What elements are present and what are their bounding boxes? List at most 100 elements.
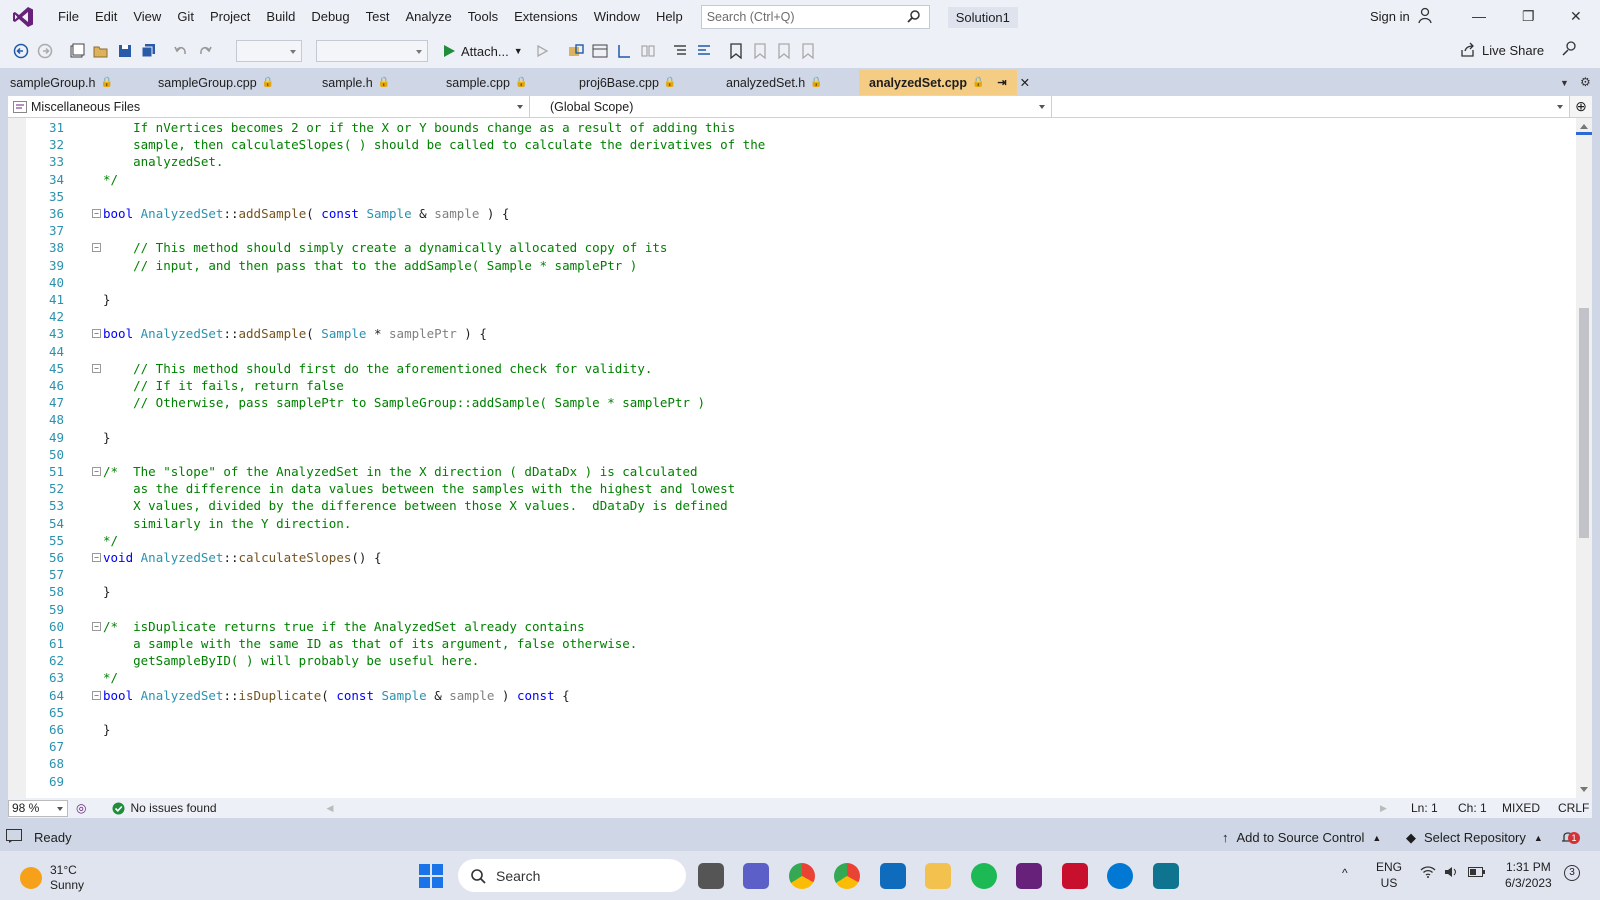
code-line[interactable]: 31 If nVertices becomes 2 or if the X or… <box>8 119 1558 136</box>
zoom-dropdown[interactable]: 98 % <box>8 799 68 817</box>
scroll-down-icon[interactable] <box>1580 787 1588 792</box>
select-repository-button[interactable]: ◆ Select Repository ▲ <box>1406 830 1543 846</box>
code-line[interactable]: 55 */ <box>8 532 1558 549</box>
code-line[interactable]: 48 <box>8 411 1558 428</box>
mail-icon[interactable] <box>880 863 906 889</box>
code-line[interactable]: 60 −/* isDuplicate returns true if the An… <box>8 618 1558 635</box>
code-line[interactable]: 43 − bool AnalyzedSet::addSample( Sample *… <box>8 325 1558 342</box>
code-line[interactable]: 52 as the difference in data values betw… <box>8 480 1558 497</box>
code-line[interactable]: 34 */ <box>8 171 1558 188</box>
menu-item-debug[interactable]: Debug <box>303 0 357 34</box>
scroll-up-icon[interactable] <box>1580 124 1588 129</box>
close-tab-icon[interactable]: ✕ <box>1020 75 1030 90</box>
wifi-icon[interactable] <box>1420 866 1436 882</box>
restore-icon[interactable]: ❐ <box>1522 8 1535 25</box>
code-line[interactable]: 53 X values, divided by the difference b… <box>8 497 1558 514</box>
code-line[interactable]: 65 <box>8 704 1558 721</box>
collapse-region-icon[interactable]: − <box>92 363 101 373</box>
intellicode-icon[interactable]: ◎ <box>76 801 86 815</box>
menu-item-git[interactable]: Git <box>169 0 202 34</box>
scope-dropdown[interactable]: (Global Scope) <box>530 96 1052 117</box>
settings-gear-icon[interactable]: ⚙ <box>1580 75 1591 89</box>
taskbar-search[interactable]: Search <box>458 859 686 892</box>
code-line[interactable]: 58} <box>8 583 1558 600</box>
search-input[interactable]: Search (Ctrl+Q) <box>700 5 930 29</box>
menu-item-help[interactable]: Help <box>648 0 691 34</box>
code-line[interactable]: 67 <box>8 738 1558 755</box>
project-dropdown[interactable]: Miscellaneous Files <box>8 96 530 117</box>
open-folder-icon[interactable] <box>90 40 112 62</box>
next-bookmark-icon[interactable] <box>773 40 795 62</box>
step-icon[interactable] <box>613 40 635 62</box>
add-to-source-control-button[interactable]: ↑ Add to Source Control ▲ <box>1222 830 1381 845</box>
code-line[interactable]: 69 <box>8 773 1558 790</box>
tab-analyzedset-h[interactable]: analyzedSet.h 🔒 <box>716 70 859 95</box>
minimize-icon[interactable]: — <box>1472 8 1486 24</box>
collapse-region-icon[interactable]: − <box>92 553 101 562</box>
line-number-indicator[interactable]: Ln: 1 <box>1411 801 1438 815</box>
pin-tab-icon[interactable]: ⇥ <box>997 76 1006 89</box>
menu-item-view[interactable]: View <box>125 0 169 34</box>
code-line[interactable]: 49} <box>8 429 1558 446</box>
sign-in-link[interactable]: Sign in <box>1370 9 1410 24</box>
start-without-debugging-icon[interactable] <box>531 40 553 62</box>
menu-item-file[interactable]: File <box>50 0 87 34</box>
chrome-icon[interactable] <box>789 863 815 889</box>
save-all-icon[interactable] <box>138 40 160 62</box>
code-line[interactable]: 33 analyzedSet. <box>8 153 1558 170</box>
whitespace-mode[interactable]: MIXED <box>1502 801 1540 815</box>
code-line[interactable]: 64− bool AnalyzedSet::isDuplicate( const … <box>8 687 1558 704</box>
code-line[interactable]: 61 a sample with the same ID as that of … <box>8 635 1558 652</box>
windows-start-icon[interactable] <box>418 863 444 889</box>
split-view-icon[interactable]: ⊕ <box>1570 96 1592 117</box>
hscroll-left-icon[interactable]: ◀ <box>327 803 334 814</box>
tab-samplegroup-cpp[interactable]: sampleGroup.cpp 🔒 <box>148 70 312 95</box>
collapse-region-icon[interactable]: − <box>92 243 101 253</box>
code-line[interactable]: 38 − // This method should simply create … <box>8 239 1558 256</box>
redo-icon[interactable] <box>194 40 216 62</box>
code-line[interactable]: 46 // If it fails, return false <box>8 377 1558 394</box>
code-line[interactable]: 54 similarly in the Y direction. <box>8 515 1558 532</box>
code-line[interactable]: 39 // input, and then pass that to the a… <box>8 257 1558 274</box>
menu-item-analyze[interactable]: Analyze <box>397 0 459 34</box>
notifications-bell-icon[interactable]: 1 <box>1560 828 1580 849</box>
task-view-icon[interactable] <box>698 863 724 889</box>
feedback-icon[interactable] <box>1562 40 1578 59</box>
code-line[interactable]: 59 <box>8 601 1558 618</box>
collapse-region-icon[interactable]: − <box>92 621 101 631</box>
live-share-button[interactable]: Live Share <box>1460 42 1544 58</box>
teams-chat-icon[interactable] <box>743 863 769 889</box>
chrome-profile-icon[interactable] <box>834 863 860 889</box>
collapse-region-icon[interactable]: − <box>92 209 101 218</box>
visual-studio-taskbar-icon[interactable] <box>1016 863 1042 889</box>
tab-list-dropdown-icon[interactable]: ▼ <box>1560 78 1569 88</box>
code-line[interactable]: 32 sample, then calculateSlopes( ) shoul… <box>8 136 1558 153</box>
code-line[interactable]: 36 − bool AnalyzedSet::addSample( const Sa… <box>8 205 1558 222</box>
scrollbar-thumb[interactable] <box>1579 308 1589 538</box>
menu-item-build[interactable]: Build <box>258 0 303 34</box>
collapse-region-icon[interactable]: − <box>92 690 101 700</box>
tab-proj6base-cpp[interactable]: proj6Base.cpp 🔒 <box>569 70 716 95</box>
menu-item-test[interactable]: Test <box>358 0 398 34</box>
collapse-region-icon[interactable]: − <box>92 467 101 476</box>
code-line[interactable]: 47 // Otherwise, pass samplePtr to Sampl… <box>8 394 1558 411</box>
clear-bookmarks-icon[interactable] <box>797 40 819 62</box>
clock[interactable]: 1:31 PM 6/3/2023 <box>1505 859 1552 891</box>
spotify-icon[interactable] <box>971 863 997 889</box>
notepad-icon[interactable] <box>1153 863 1179 889</box>
code-line[interactable]: 57 <box>8 566 1558 583</box>
menu-item-window[interactable]: Window <box>586 0 648 34</box>
code-line[interactable]: 50 <box>8 446 1558 463</box>
code-line[interactable]: 44 <box>8 343 1558 360</box>
account-icon[interactable] <box>1418 7 1434 28</box>
code-line[interactable]: 62 getSampleByID( ) will probably be use… <box>8 652 1558 669</box>
tab-analyzedset-cpp[interactable]: analyzedSet.cpp 🔒 ⇥ ✕ <box>859 70 1030 95</box>
code-line[interactable]: 68 <box>8 755 1558 772</box>
code-line[interactable]: 56 − void AnalyzedSet::calculateSlopes() { <box>8 549 1558 566</box>
uncomment-lines-icon[interactable] <box>693 40 715 62</box>
menu-item-project[interactable]: Project <box>202 0 258 34</box>
code-line[interactable]: 66} <box>8 721 1558 738</box>
battery-icon[interactable] <box>1468 866 1486 882</box>
platform-dropdown[interactable] <box>316 40 428 62</box>
code-line[interactable]: 35 <box>8 188 1558 205</box>
